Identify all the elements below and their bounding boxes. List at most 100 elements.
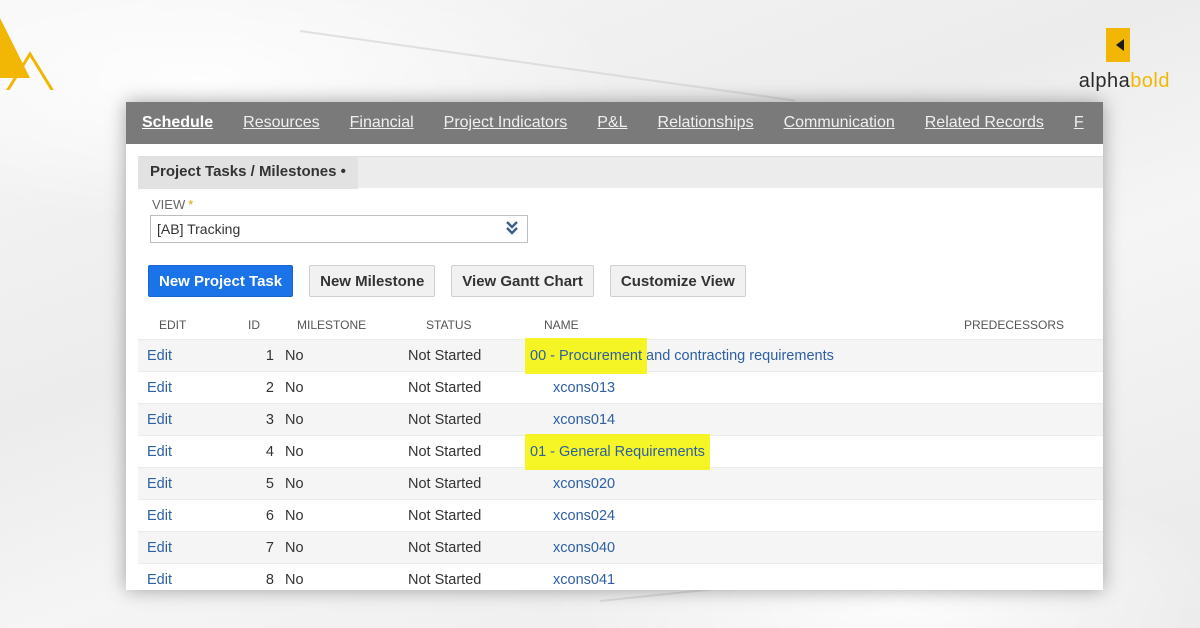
name-cell: 01 - General Requirements [524, 433, 964, 470]
tab-related-records[interactable]: Related Records [925, 114, 1044, 132]
task-name-rest: and contracting requirements [642, 347, 834, 364]
milestone-value: No [285, 443, 304, 460]
status-value: Not Started [408, 443, 482, 460]
edit-link[interactable]: Edit [138, 476, 238, 492]
table-row: Edit 2 No Not Started xcons013 [138, 371, 1103, 403]
edit-link[interactable]: Edit [138, 348, 238, 364]
edit-link[interactable]: Edit [138, 540, 238, 556]
view-label-text: VIEW [152, 197, 186, 212]
milestone-value: No [285, 539, 304, 556]
status-value: Not Started [408, 411, 482, 428]
status-value: Not Started [408, 571, 482, 588]
name-cell: xcons024 [524, 508, 964, 524]
view-gantt-chart-button[interactable]: View Gantt Chart [451, 265, 594, 297]
status-value: Not Started [408, 507, 482, 524]
highlighted-text: 00 - Procurement [525, 337, 648, 374]
task-name-highlight: 01 - General Requirements [530, 443, 705, 460]
table-body: Edit 1 No Not Started 00 - Procurement and c… [138, 337, 1103, 590]
task-id: 4 [265, 443, 274, 460]
tab-pl[interactable]: P&L [597, 114, 627, 132]
edit-link[interactable]: Edit [138, 380, 238, 396]
tab-overflow[interactable]: F [1074, 114, 1084, 132]
status-value: Not Started [408, 347, 482, 364]
section-title[interactable]: Project Tasks / Milestones • [138, 157, 358, 189]
brand-bold: bold [1130, 70, 1170, 92]
task-id: 8 [265, 571, 274, 588]
header-name[interactable]: NAME [524, 318, 964, 332]
status-value: Not Started [408, 379, 482, 396]
table-row: Edit 8 No Not Started xcons041 [138, 563, 1103, 590]
tab-financial[interactable]: Financial [350, 114, 414, 132]
table-row: Edit 4 No Not Started 01 - General Requireme… [138, 433, 1103, 470]
task-name-highlight: 00 - Procurement [530, 347, 643, 364]
highlighted-text: 01 - General Requirements [525, 433, 710, 470]
triangle-logo-icon [0, 18, 54, 90]
task-id: 2 [265, 379, 274, 396]
table-row: Edit 1 No Not Started 00 - Procurement and c… [138, 337, 1103, 374]
header-id[interactable]: ID [238, 318, 274, 332]
tab-schedule[interactable]: Schedule [142, 114, 213, 132]
alphabold-logo: alphabold [1060, 28, 1170, 98]
button-bar: New Project Task New Milestone View Gant… [148, 265, 762, 297]
task-name-link[interactable]: xcons040 [553, 540, 615, 556]
task-name-link[interactable]: 00 - Procurement and contracting require… [525, 337, 834, 374]
edit-link[interactable]: Edit [138, 572, 238, 588]
task-name-link[interactable]: xcons013 [553, 380, 615, 396]
tab-relationships[interactable]: Relationships [658, 114, 754, 132]
double-chevron-down-icon[interactable] [505, 219, 519, 238]
task-name-link[interactable]: xcons020 [553, 476, 615, 492]
table-row: Edit 7 No Not Started xcons040 [138, 531, 1103, 563]
milestone-value: No [285, 379, 304, 396]
view-select[interactable]: [AB] Tracking [150, 215, 528, 243]
tab-communication[interactable]: Communication [784, 114, 895, 132]
table-row: Edit 5 No Not Started xcons020 [138, 467, 1103, 499]
status-value: Not Started [408, 475, 482, 492]
task-id: 3 [265, 411, 274, 428]
status-value: Not Started [408, 539, 482, 556]
task-id: 6 [265, 507, 274, 524]
table-row: Edit 3 No Not Started xcons014 [138, 403, 1103, 435]
edit-link[interactable]: Edit [138, 508, 238, 524]
name-cell: xcons041 [524, 572, 964, 588]
header-edit[interactable]: EDIT [138, 318, 238, 332]
name-cell: 00 - Procurement and contracting require… [524, 337, 964, 374]
task-name-link[interactable]: 01 - General Requirements [525, 433, 710, 470]
edit-link[interactable]: Edit [138, 444, 238, 460]
name-cell: xcons040 [524, 540, 964, 556]
table-header: EDIT ID MILESTONE STATUS NAME PREDECESSO… [138, 311, 1103, 339]
header-predecessors[interactable]: PREDECESSORS [964, 318, 1103, 332]
brand-alpha: alpha [1078, 70, 1131, 92]
milestone-value: No [285, 347, 304, 364]
task-id: 7 [265, 539, 274, 556]
required-mark: * [188, 197, 194, 212]
tasks-table: EDIT ID MILESTONE STATUS NAME PREDECESSO… [138, 311, 1103, 590]
name-cell: xcons014 [524, 412, 964, 428]
task-id: 1 [265, 347, 274, 364]
name-cell: xcons020 [524, 476, 964, 492]
app-window: Schedule Resources Financial Project Ind… [126, 102, 1103, 590]
view-label: VIEW * [152, 197, 193, 212]
edit-link[interactable]: Edit [138, 412, 238, 428]
new-milestone-button[interactable]: New Milestone [309, 265, 436, 297]
milestone-value: No [285, 411, 304, 428]
name-cell: xcons013 [524, 380, 964, 396]
tab-resources[interactable]: Resources [243, 114, 319, 132]
milestone-value: No [285, 507, 304, 524]
milestone-value: No [285, 475, 304, 492]
milestone-value: No [285, 571, 304, 588]
task-id: 5 [265, 475, 274, 492]
view-select-value: [AB] Tracking [157, 221, 241, 237]
header-status[interactable]: STATUS [408, 318, 524, 332]
task-name-link[interactable]: xcons041 [553, 572, 615, 588]
tab-bar: Schedule Resources Financial Project Ind… [126, 102, 1103, 144]
task-name-link[interactable]: xcons014 [553, 412, 615, 428]
task-name-link[interactable]: xcons024 [553, 508, 615, 524]
new-project-task-button[interactable]: New Project Task [148, 265, 294, 297]
alphabold-logo-icon [1106, 28, 1130, 62]
tab-project-indicators[interactable]: Project Indicators [444, 114, 568, 132]
table-row: Edit 6 No Not Started xcons024 [138, 499, 1103, 531]
section-header: Project Tasks / Milestones • [138, 156, 1103, 189]
customize-view-button[interactable]: Customize View [609, 265, 746, 297]
alphabold-wordmark: alphabold [1079, 70, 1170, 93]
header-milestone[interactable]: MILESTONE [274, 318, 408, 332]
